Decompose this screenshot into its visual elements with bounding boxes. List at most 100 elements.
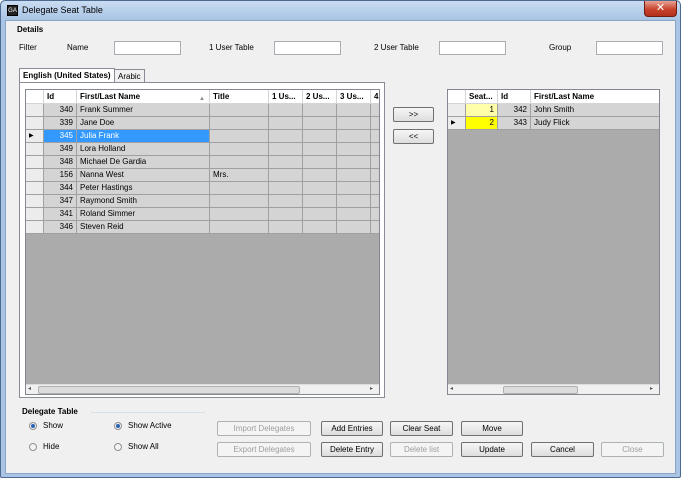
cell-title[interactable] [210,130,269,143]
cell-title[interactable] [210,182,269,195]
cell-id[interactable]: 342 [498,104,531,117]
cell-user-field[interactable] [371,195,379,208]
delete-entry-button[interactable]: Delete Entry [321,442,383,457]
move-button[interactable]: Move [461,421,523,436]
add-entries-button[interactable]: Add Entries [321,421,383,436]
cell-id[interactable]: 340 [44,104,77,117]
cell-user-field[interactable] [269,221,303,234]
row-header[interactable] [26,208,44,221]
column-header-user1[interactable]: 1 Us... [269,90,303,104]
row-header[interactable]: ▶ [448,117,466,130]
cell-user-field[interactable] [371,117,379,130]
import-delegates-button[interactable]: Import Delegates [217,421,311,436]
cell-user-field[interactable] [337,156,371,169]
cell-user-field[interactable] [337,143,371,156]
column-header-seat[interactable]: Seat... [466,90,498,104]
row-header[interactable] [26,169,44,182]
cell-id[interactable]: 345 [44,130,77,143]
column-header-name[interactable]: First/Last Name ▲ [77,90,210,104]
cell-user-field[interactable] [269,130,303,143]
cell-title[interactable] [210,195,269,208]
cell-user-field[interactable] [303,195,337,208]
cell-user-field[interactable] [371,169,379,182]
cell-user-field[interactable] [371,143,379,156]
cell-user-field[interactable] [337,104,371,117]
cell-title[interactable] [210,104,269,117]
cell-user-field[interactable] [371,130,379,143]
cell-user-field[interactable] [269,208,303,221]
scroll-right-icon[interactable]: ▸ [650,385,653,392]
seats-grid[interactable]: Seat... Id First/Last Name 1 342 John Smit… [447,89,660,395]
hide-radio[interactable] [29,443,37,451]
cell-title[interactable] [210,156,269,169]
tab-english[interactable]: English (United States) [19,68,115,83]
cell-user-field[interactable] [303,208,337,221]
delete-list-button[interactable]: Delete list [390,442,453,457]
cell-user-field[interactable] [303,130,337,143]
close-button[interactable]: Close [601,442,664,457]
cell-user-field[interactable] [371,182,379,195]
cell-user-field[interactable] [337,221,371,234]
cell-user-field[interactable] [269,143,303,156]
row-header[interactable] [26,143,44,156]
cell-user-field[interactable] [337,169,371,182]
cell-user-field[interactable] [303,169,337,182]
title-bar[interactable]: GA Delegate Seat Table ✕ [1,1,680,20]
show-radio[interactable] [29,422,37,430]
cell-id[interactable]: 341 [44,208,77,221]
row-header[interactable] [26,195,44,208]
cancel-button[interactable]: Cancel [531,442,594,457]
group-input[interactable] [596,41,663,55]
cell-name[interactable]: John Smith [531,104,659,117]
delegates-grid[interactable]: Id First/Last Name ▲ Title 1 Us... 2 Us..… [25,89,380,395]
row-header[interactable]: ▶ [26,130,44,143]
cell-name[interactable]: Nanna West [77,169,210,182]
tab-arabic[interactable]: Arabic [114,69,145,83]
scroll-thumb[interactable] [503,386,578,394]
cell-user-field[interactable] [303,156,337,169]
cell-user-field[interactable] [337,117,371,130]
cell-name[interactable]: Michael De Gardia [77,156,210,169]
column-header-user4[interactable]: 4 [371,90,379,104]
cell-id[interactable]: 346 [44,221,77,234]
cell-title[interactable] [210,117,269,130]
cell-user-field[interactable] [303,104,337,117]
cell-user-field[interactable] [371,156,379,169]
user-table1-input[interactable] [274,41,341,55]
cell-user-field[interactable] [269,169,303,182]
show-all-radio[interactable] [114,443,122,451]
cell-name[interactable]: Judy Flick [531,117,659,130]
row-header[interactable] [26,104,44,117]
column-header-id[interactable]: Id [44,90,77,104]
cell-user-field[interactable] [371,104,379,117]
column-header-user3[interactable]: 3 Us... [337,90,371,104]
cell-id[interactable]: 347 [44,195,77,208]
cell-id[interactable]: 339 [44,117,77,130]
name-filter-input[interactable] [114,41,181,55]
horizontal-scrollbar[interactable]: ◂ ▸ [448,384,659,394]
close-window-button[interactable]: ✕ [644,1,677,17]
cell-id[interactable]: 156 [44,169,77,182]
cell-user-field[interactable] [337,195,371,208]
cell-id[interactable]: 349 [44,143,77,156]
cell-user-field[interactable] [371,221,379,234]
export-delegates-button[interactable]: Export Delegates [217,442,311,457]
cell-user-field[interactable] [337,182,371,195]
cell-id[interactable]: 348 [44,156,77,169]
cell-user-field[interactable] [303,117,337,130]
row-header[interactable] [26,221,44,234]
cell-title[interactable] [210,208,269,221]
cell-user-field[interactable] [337,130,371,143]
cell-user-field[interactable] [371,208,379,221]
row-header[interactable] [26,156,44,169]
cell-name[interactable]: Julia Frank [77,130,210,143]
user-table2-input[interactable] [439,41,506,55]
cell-user-field[interactable] [303,143,337,156]
row-header[interactable] [448,104,466,117]
cell-user-field[interactable] [269,156,303,169]
clear-seat-button[interactable]: Clear Seat [390,421,453,436]
cell-user-field[interactable] [337,208,371,221]
row-header[interactable] [26,117,44,130]
row-header[interactable] [26,182,44,195]
scroll-right-icon[interactable]: ▸ [370,385,373,392]
